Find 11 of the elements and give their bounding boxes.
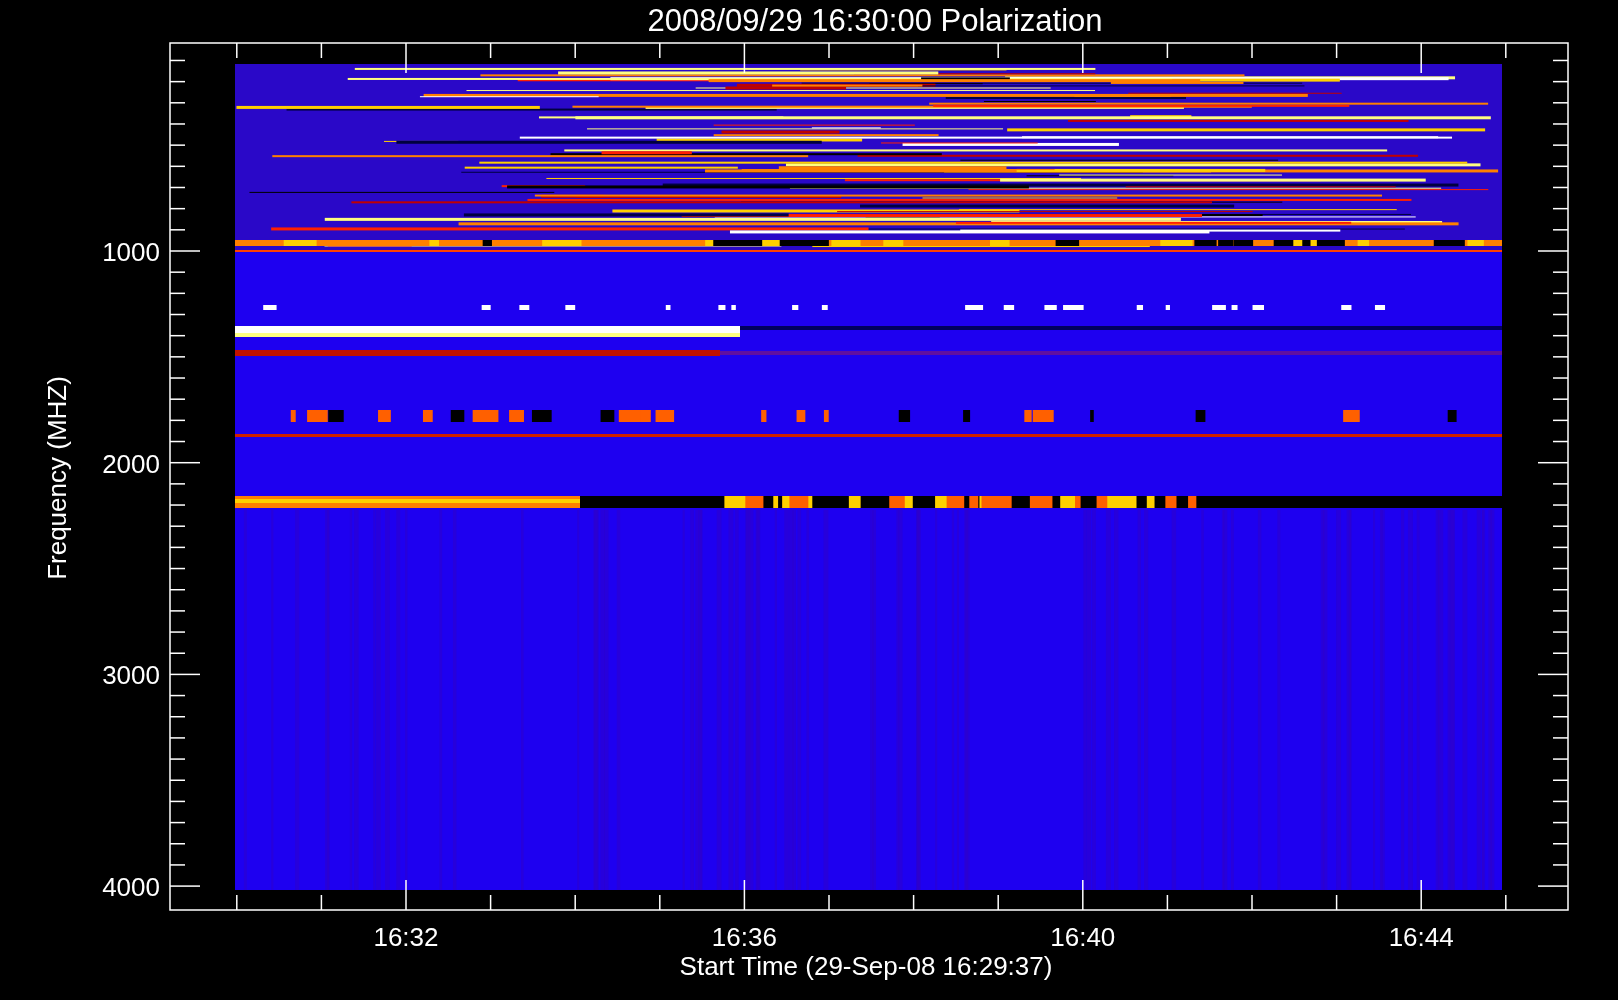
tick-label: 2000 <box>102 448 160 479</box>
chart-title: 2008/09/29 16:30:00 Polarization <box>647 3 1103 38</box>
tick-label: 16:40 <box>1050 922 1116 952</box>
axis-label: Start Time (29-Sep-08 16:29:37) <box>679 951 1053 981</box>
tick-label: 4000 <box>102 872 160 903</box>
tick-label: 3000 <box>102 660 160 691</box>
axis-label: Frequency (MHZ) <box>42 376 72 580</box>
tick-label: 16:32 <box>373 922 439 952</box>
tick-label: 16:36 <box>711 922 777 952</box>
tick-label: 1000 <box>102 237 160 267</box>
tick-label: 16:44 <box>1388 922 1454 952</box>
